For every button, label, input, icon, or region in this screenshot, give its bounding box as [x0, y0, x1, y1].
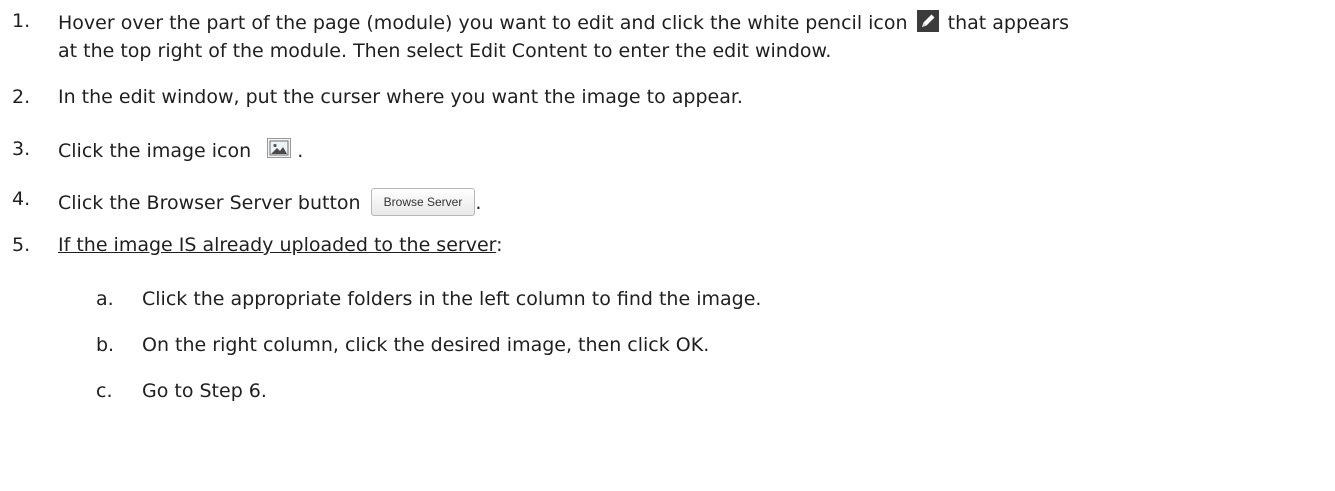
substep-text: Go to Step 6.: [142, 380, 267, 402]
step-text-part: .: [297, 140, 304, 162]
step-number: 5.: [12, 234, 31, 256]
step-2: 2. In the edit window, put the curser wh…: [0, 86, 1335, 116]
browse-server-button[interactable]: Browse Server: [370, 188, 476, 216]
substep-text: Click the appropriate folders in the lef…: [142, 288, 762, 310]
step-number: 3.: [12, 138, 31, 160]
image-icon: [267, 138, 292, 158]
step-number: 1.: [12, 10, 31, 32]
pencil-icon: [916, 10, 939, 32]
substep-text: On the right column, click the desired i…: [142, 334, 710, 356]
substep-b: b. On the right column, click the desire…: [0, 334, 1335, 364]
step-3: 3. Click the image icon .: [0, 134, 1335, 168]
step-1: 1. Hover over the part of the page (modu…: [0, 4, 1335, 64]
step-text-part: :: [496, 234, 503, 256]
step-text-part: Click the image icon: [58, 140, 252, 162]
substep-c: c. Go to Step 6.: [0, 380, 1335, 410]
step-5: 5. If the image IS already uploaded to t…: [0, 234, 1335, 264]
step-text: In the edit window, put the curser where…: [58, 86, 743, 108]
step-text-part: that appears: [947, 12, 1070, 34]
substep-letter: a.: [96, 288, 114, 310]
step-text: Click the image icon .: [58, 138, 303, 162]
step-text: Click the Browser Server button Browse S…: [58, 188, 481, 216]
step-text-part: Hover over the part of the page (module)…: [58, 12, 908, 34]
substep-letter: c.: [96, 380, 113, 402]
step-text: If the image IS already uploaded to the …: [58, 234, 503, 256]
step-number: 2.: [12, 86, 31, 108]
step-text-part: .: [475, 192, 482, 214]
step-text-line2: at the top right of the module. Then sel…: [58, 40, 832, 62]
step-text-underlined: If the image IS already uploaded to the …: [58, 234, 497, 256]
substep-a: a. Click the appropriate folders in the …: [0, 288, 1335, 318]
step-text: Hover over the part of the page (module)…: [58, 10, 1069, 34]
substep-letter: b.: [96, 334, 115, 356]
step-text-part: Click the Browser Server button: [58, 192, 361, 214]
step-4: 4. Click the Browser Server button Brows…: [0, 182, 1335, 216]
step-number: 4.: [12, 188, 31, 210]
